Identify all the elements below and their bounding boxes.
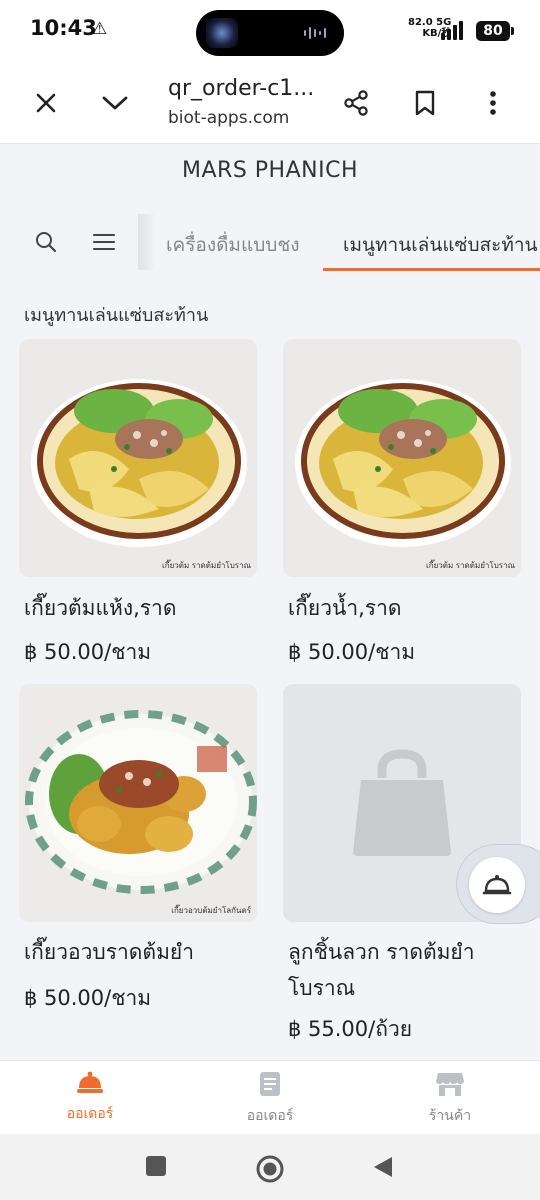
media-thumbnail-icon <box>206 18 238 48</box>
product-price: ฿ 50.00/ชาม <box>24 640 152 664</box>
scroll-fade <box>138 214 156 270</box>
home-button[interactable] <box>256 1155 284 1187</box>
receipt-icon <box>260 1072 280 1096</box>
product-price: ฿ 55.00/ถ้วย <box>288 1017 413 1041</box>
warning-icon: ⚠ <box>92 19 108 39</box>
category-nav: เครื่องดื่มแบบชง เมนูทานเล่นแซ่บสะท้าน <box>0 210 540 274</box>
dish-photo <box>19 339 257 577</box>
dynamic-island <box>196 10 344 56</box>
search-icon[interactable] <box>34 230 58 258</box>
product-price: ฿ 50.00/ชาม <box>288 640 416 664</box>
image-caption: เกี๊ยวอวบต้มยำโลกันตร์ <box>171 906 251 915</box>
signal-icon <box>441 18 463 40</box>
service-bell-icon <box>77 1071 103 1093</box>
status-time: 10:43 <box>30 16 97 40</box>
section-title: เมนูทานเล่นแซ่บสะท้าน <box>24 305 209 326</box>
nav-order[interactable]: ออเดอร์ <box>30 1071 150 1125</box>
product-name[interactable]: เกี๊ยวต้มแห้ง,ราด <box>24 590 264 626</box>
back-button[interactable] <box>372 1155 394 1183</box>
nav-store[interactable]: ร้านค้า <box>390 1071 510 1127</box>
dish-photo <box>19 684 257 922</box>
recents-button[interactable] <box>145 1155 167 1181</box>
product-image[interactable]: เกี๊ยวต้ม ราดต้มยำโบราณ <box>19 339 257 577</box>
menu-icon[interactable] <box>92 232 116 256</box>
page-domain[interactable]: biot-apps.com <box>168 108 289 128</box>
service-bell-icon <box>469 857 525 913</box>
system-nav-bar <box>0 1134 540 1200</box>
page-title[interactable]: qr_order-c1... <box>168 76 314 101</box>
store-name: MARS PHANICH <box>182 158 358 183</box>
audio-wave-icon <box>304 26 330 40</box>
product-name[interactable]: ลูกชิ้นลวก ราดต้มยำโบราณ <box>288 934 528 1006</box>
image-caption: เกี๊ยวต้ม ราดต้มยำโบราณ <box>426 561 515 570</box>
close-icon[interactable] <box>29 86 63 120</box>
status-bar: 10:43 ⚠ 82.0 5G KB/秒 80 <box>0 0 540 62</box>
chevron-down-icon[interactable] <box>98 86 132 120</box>
active-tab-indicator <box>323 268 540 271</box>
more-vert-icon[interactable] <box>476 86 510 120</box>
bookmark-icon[interactable] <box>408 86 442 120</box>
tab-snacks[interactable]: เมนูทานเล่นแซ่บสะท้าน <box>343 230 538 260</box>
share-icon[interactable] <box>339 86 373 120</box>
call-service-button[interactable] <box>456 844 540 924</box>
product-image[interactable]: เกี๊ยวอวบต้มยำโลกันตร์ <box>19 684 257 922</box>
tab-drinks[interactable]: เครื่องดื่มแบบชง <box>166 230 300 260</box>
bottom-nav: ออเดอร์ ออเดอร์ ร้านค้า <box>0 1060 540 1134</box>
nav-orders-list[interactable]: ออเดอร์ <box>210 1071 330 1127</box>
dish-photo <box>283 339 521 577</box>
image-caption: เกี๊ยวต้ม ราดต้มยำโบราณ <box>162 561 251 570</box>
product-image[interactable]: เกี๊ยวต้ม ราดต้มยำโบราณ <box>283 339 521 577</box>
store-icon <box>436 1073 464 1096</box>
nav-order-label: ออเดอร์ <box>66 1106 114 1122</box>
product-name[interactable]: เกี๊ยวน้ำ,ราด <box>288 590 528 626</box>
battery-indicator: 80 <box>476 21 514 41</box>
browser-toolbar: qr_order-c1... biot-apps.com <box>0 62 540 144</box>
product-name[interactable]: เกี๊ยวอวบราดต้มยำ <box>24 934 264 970</box>
nav-orders-label: ออเดอร์ <box>246 1108 294 1124</box>
product-price: ฿ 50.00/ชาม <box>24 986 152 1010</box>
nav-store-label: ร้านค้า <box>428 1108 472 1124</box>
